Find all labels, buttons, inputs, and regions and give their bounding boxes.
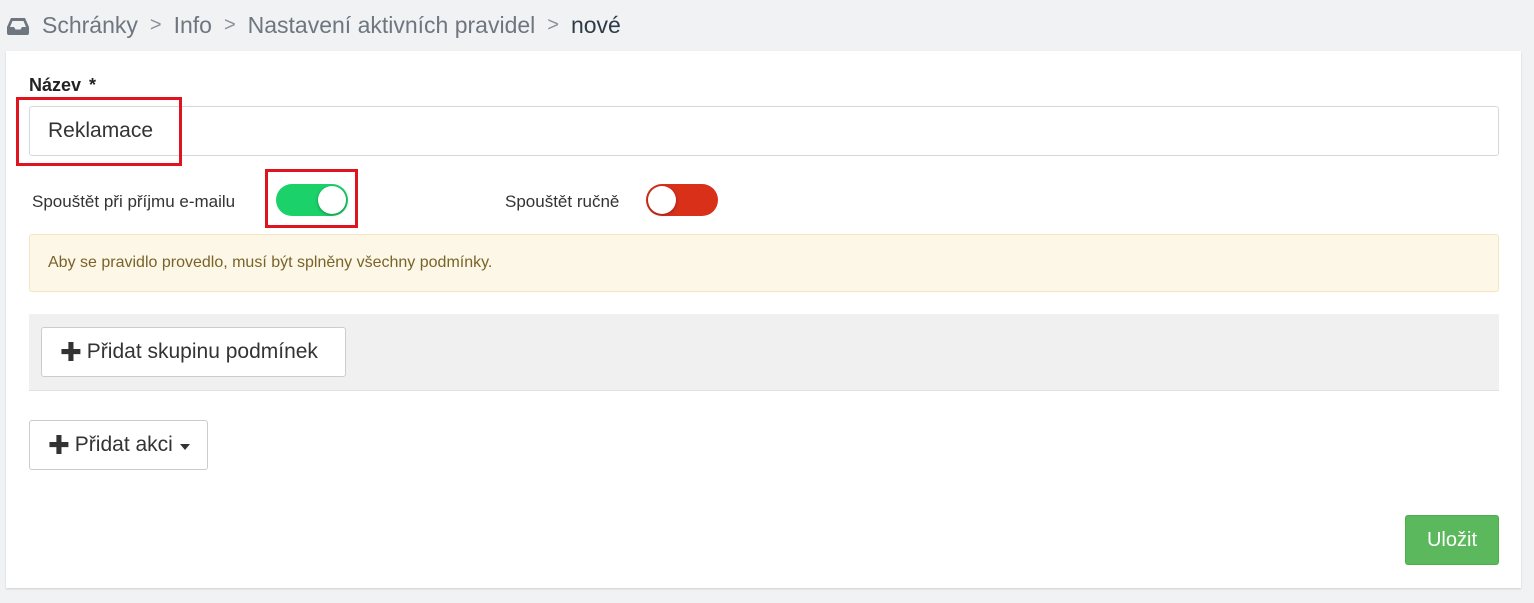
trigger-on-receive-label: Spouštět při příjmu e-mailu [32, 192, 236, 211]
toggle-knob [648, 186, 676, 214]
add-condition-group-label: Přidat skupinu podmínek [86, 340, 318, 363]
conditions-alert: Aby se pravidlo provedlo, musí být splně… [29, 234, 1499, 292]
breadcrumb-separator: > [149, 13, 162, 36]
breadcrumb: Schránky > Info > Nastavení aktivních pr… [0, 0, 1534, 50]
breadcrumb-separator: > [223, 13, 236, 36]
rule-form-panel: Název * Spouštět při příjmu e-mailu Spouš… [6, 51, 1521, 588]
add-action-label: Přidat akci [74, 433, 173, 456]
breadcrumb-item-info[interactable]: Info [174, 12, 212, 39]
name-label-text: Název [29, 75, 82, 95]
alert-text: Aby se pravidlo provedlo, musí být splně… [48, 254, 493, 271]
add-action-button[interactable]: ✚ Přidat akci [29, 420, 208, 470]
name-input[interactable] [29, 106, 1499, 156]
save-button-label: Uložit [1426, 528, 1477, 551]
plus-icon: ✚ [48, 430, 70, 460]
trigger-manual-toggle[interactable] [646, 184, 718, 216]
save-button[interactable]: Uložit [1405, 515, 1499, 565]
trigger-on-receive-toggle[interactable] [276, 184, 348, 216]
trigger-manual-label: Spouštět ručně [505, 192, 620, 211]
breadcrumb-item-mailboxes[interactable]: Schránky [42, 12, 138, 39]
inbox-icon [6, 15, 30, 35]
plus-icon: ✚ [60, 337, 82, 367]
toggle-knob [318, 186, 346, 214]
add-condition-group-button[interactable]: ✚ Přidat skupinu podmínek [41, 327, 346, 377]
breadcrumb-item-active-rules[interactable]: Nastavení aktivních pravidel [248, 12, 536, 39]
caret-down-icon [179, 443, 190, 450]
name-label: Název * [29, 75, 96, 96]
breadcrumb-current: nové [570, 11, 621, 38]
breadcrumb-separator: > [547, 13, 559, 36]
required-mark: * [89, 75, 97, 95]
